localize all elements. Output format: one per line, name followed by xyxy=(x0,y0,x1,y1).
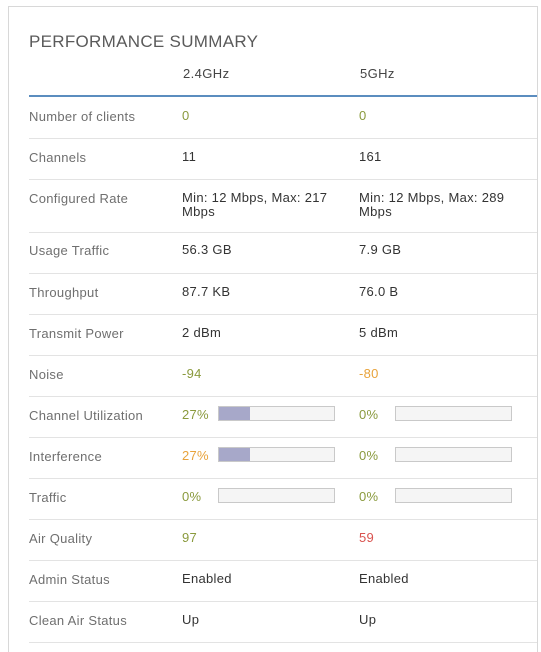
value-5ghz: -80 xyxy=(359,366,379,381)
value-2-4ghz: 0% xyxy=(182,489,202,504)
value-2-4ghz: Up xyxy=(182,612,200,627)
traffic-bar-2-4ghz xyxy=(218,488,335,503)
value-2-4ghz: Enabled xyxy=(182,571,232,586)
value-2-4ghz: 87.7 KB xyxy=(182,284,231,299)
row-air-quality: Air Quality 97 59 xyxy=(29,520,537,561)
row-label: Channel Utilization xyxy=(29,408,144,423)
value-5ghz: 161 xyxy=(359,149,382,164)
row-label: Noise xyxy=(29,367,64,382)
value-5ghz: 0% xyxy=(359,489,379,504)
value-5ghz: Min: 12 Mbps, Max: 289 Mbps xyxy=(359,190,505,219)
row-label: Transmit Power xyxy=(29,326,124,341)
row-interference: Interference 27% 0% xyxy=(29,438,537,479)
value-5ghz: Up xyxy=(359,612,377,627)
row-label: Number of clients xyxy=(29,109,136,124)
value-5ghz: 0 xyxy=(359,108,367,123)
value-2-4ghz: 56.3 GB xyxy=(182,242,232,257)
row-label: Traffic xyxy=(29,490,67,505)
row-clean-air-status: Clean Air Status Up Up xyxy=(29,602,537,643)
value-2-4ghz: 0 xyxy=(182,108,190,123)
column-header-5ghz: 5GHz xyxy=(360,66,395,81)
row-label: Usage Traffic xyxy=(29,243,110,258)
row-label: Clean Air Status xyxy=(29,613,128,628)
row-channels: Channels 11 161 xyxy=(29,139,537,180)
interference-bar-2-4ghz xyxy=(218,447,335,462)
traffic-bar-5ghz xyxy=(395,488,512,503)
value-5ghz: 5 dBm xyxy=(359,325,399,340)
row-usage-traffic: Usage Traffic 56.3 GB 7.9 GB xyxy=(29,233,537,274)
row-number-of-clients: Number of clients 0 0 xyxy=(29,98,537,139)
row-traffic: Traffic 0% 0% xyxy=(29,479,537,520)
column-header-2-4ghz: 2.4GHz xyxy=(183,66,230,81)
value-2-4ghz: -94 xyxy=(182,366,202,381)
row-label: Air Quality xyxy=(29,531,93,546)
utilization-bar-2-4ghz xyxy=(218,406,335,421)
value-5ghz: Enabled xyxy=(359,571,409,586)
value-2-4ghz: 27% xyxy=(182,448,209,463)
row-noise: Noise -94 -80 xyxy=(29,356,537,397)
value-5ghz: 0% xyxy=(359,448,379,463)
row-configured-rate: Configured Rate Min: 12 Mbps, Max: 217 M… xyxy=(29,180,537,233)
value-5ghz: 7.9 GB xyxy=(359,242,402,257)
value-2-4ghz: 97 xyxy=(182,530,198,545)
performance-summary-panel: PERFORMANCE SUMMARY 2.4GHz 5GHz Number o… xyxy=(8,6,538,652)
row-label: Configured Rate xyxy=(29,191,129,206)
interference-bar-fill xyxy=(219,448,251,461)
value-2-4ghz: 2 dBm xyxy=(182,325,222,340)
utilization-bar-fill xyxy=(219,407,251,420)
value-5ghz: 59 xyxy=(359,530,375,545)
row-admin-status: Admin Status Enabled Enabled xyxy=(29,561,537,602)
value-5ghz: 76.0 B xyxy=(359,284,399,299)
value-2-4ghz: Min: 12 Mbps, Max: 217 Mbps xyxy=(182,190,328,219)
row-channel-utilization: Channel Utilization 27% 0% xyxy=(29,397,537,438)
row-label: Admin Status xyxy=(29,572,110,587)
panel-title: PERFORMANCE SUMMARY xyxy=(29,32,259,51)
header-divider xyxy=(29,95,537,97)
row-transmit-power: Transmit Power 2 dBm 5 dBm xyxy=(29,315,537,356)
value-5ghz: 0% xyxy=(359,407,379,422)
utilization-bar-5ghz xyxy=(395,406,512,421)
value-2-4ghz: 27% xyxy=(182,407,209,422)
row-throughput: Throughput 87.7 KB 76.0 B xyxy=(29,274,537,315)
row-label: Channels xyxy=(29,150,87,165)
row-label: Interference xyxy=(29,449,102,464)
value-2-4ghz: 11 xyxy=(182,149,197,164)
interference-bar-5ghz xyxy=(395,447,512,462)
row-label: Throughput xyxy=(29,285,99,300)
